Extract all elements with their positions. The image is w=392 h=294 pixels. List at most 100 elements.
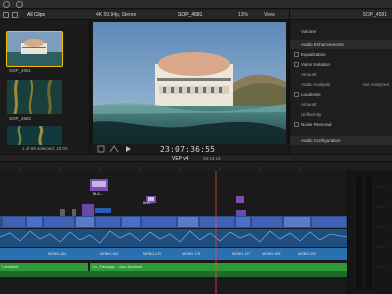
video-clip [284, 217, 310, 227]
audio-analysis-row: Audio Analysis Not Analyzed [290, 80, 392, 89]
keyword-icon[interactable] [16, 1, 23, 8]
clip-thumbnail-3[interactable] [7, 126, 62, 145]
music-tracks[interactable]: t ambient Ch_Passage - Jazz Ambient [0, 263, 347, 277]
browser-header: All Clips [0, 10, 90, 20]
audio-analysis-label: Audio Analysis [301, 82, 331, 87]
browser-panel: All Clips SOP_4581 SOP_4582 1 of 69 sele… [0, 10, 90, 154]
audio-lane [0, 229, 347, 247]
connected-clip-label: BLA... [93, 192, 103, 196]
voice-amount-label: Amount [301, 72, 317, 77]
inspector-clip-name: SOP_4581 [362, 12, 387, 18]
clip-name-1: SOP_4581 [9, 68, 32, 73]
clip-thumbnail-1[interactable] [6, 31, 63, 67]
connected-clip [95, 208, 111, 213]
browser-status: 1 of 69 selected, 10:03 [0, 145, 90, 154]
video-clip [236, 217, 250, 227]
video-clip [3, 217, 25, 227]
video-clip [312, 217, 346, 227]
clip-name-2: SOP_4582 [9, 116, 32, 121]
voice-isolation-checkbox[interactable] [294, 62, 299, 67]
music-track-label: Ch_Passage - Jazz Ambient [92, 264, 143, 269]
equalization-row[interactable]: Equalization [290, 50, 392, 59]
loudness-amount-row[interactable]: Amount [290, 100, 392, 109]
equalization-label: Equalization [301, 52, 326, 57]
noise-removal-row[interactable]: Noise Removal [290, 120, 392, 129]
connected-clip-label: BLA... [143, 201, 153, 205]
timeline-tracks: BLA... BLA... MONO-161 MONO-162 MONO-170… [0, 171, 347, 294]
inspector-header: SOP_4581 [290, 10, 392, 20]
audio-configuration-label: Audio Configuration [301, 138, 341, 143]
voice-isolation-label: Voice Isolation [301, 62, 331, 67]
viewer-header: 4K 59.94p, Stereo SOP_4581 13% View [90, 10, 289, 20]
equalization-checkbox[interactable] [294, 52, 299, 57]
castle-video-frame [93, 22, 286, 148]
connected-clip [60, 209, 65, 217]
audio-meter-bars [356, 177, 386, 289]
video-frame [93, 22, 286, 148]
connected-clip [236, 196, 244, 203]
video-clip [142, 217, 176, 227]
audio-clip-label: MONO-161 [48, 252, 66, 256]
project-duration: 08:16:16 [203, 156, 221, 161]
inspector-panel: SOP_4581 Volume Audio Enhancements Equal… [289, 10, 392, 154]
loudness-row[interactable]: Loudness [290, 90, 392, 99]
zoom-menu[interactable]: 13% [238, 12, 248, 18]
volume-row[interactable]: Volume [290, 27, 392, 36]
video-clip [178, 217, 198, 227]
viewer-timecode: 23:07:36:55 [160, 145, 216, 154]
loudness-label: Loudness [301, 92, 321, 97]
audio-configuration-header[interactable]: Audio Configuration [290, 136, 392, 145]
audio-clip-label: MONO-162 [100, 252, 118, 256]
video-clip [252, 217, 282, 227]
music-track-label: t ambient [2, 264, 19, 269]
audio-enhancements-label: Audio Enhancements [301, 42, 344, 47]
import-icon[interactable] [3, 1, 10, 8]
audio-clip-label: MONO-178 [182, 252, 200, 256]
video-clip [44, 217, 74, 227]
timeline[interactable]: BLA... BLA... MONO-161 MONO-162 MONO-170… [0, 171, 347, 294]
kelp-thumbnail [7, 80, 62, 114]
castle-thumbnail [7, 32, 62, 66]
libraries-icon[interactable] [3, 12, 9, 18]
uniformity-label: Uniformity [301, 112, 322, 117]
loudness-checkbox[interactable] [294, 92, 299, 97]
noise-removal-label: Noise Removal [301, 122, 332, 127]
viewer-panel: 4K 59.94p, Stereo SOP_4581 13% View 23:0… [90, 10, 289, 154]
timeline-header: VEP v4 08:16:16 [0, 154, 392, 162]
audio-clip-label: MONO-201 [298, 252, 316, 256]
voice-amount-row[interactable]: Amount [290, 70, 392, 79]
audio-lanes[interactable]: MONO-161 MONO-162 MONO-170 MONO-178 MONO… [0, 229, 347, 260]
clip-filter-menu[interactable]: All Clips [27, 12, 45, 18]
top-toolbar [0, 0, 392, 9]
photos-icon[interactable] [12, 12, 18, 18]
audio-analysis-value: Not Analyzed [362, 82, 389, 87]
viewer-clip-name: SOP_4581 [178, 12, 203, 18]
audio-clip-label: MONO-170 [143, 252, 161, 256]
connected-clips[interactable]: BLA... BLA... [60, 179, 246, 220]
audio-clip-label: MONO-199 [262, 252, 280, 256]
audio-meters [347, 171, 392, 294]
video-clip [96, 217, 120, 227]
uniformity-row[interactable]: Uniformity [290, 110, 392, 119]
video-clip [76, 217, 94, 227]
clip-thumbnail-2[interactable] [7, 80, 62, 114]
connected-clip [72, 209, 76, 217]
audio-enhancements-header[interactable]: Audio Enhancements [290, 40, 392, 49]
loudness-amount-label: Amount [301, 102, 317, 107]
connected-clip [92, 181, 106, 187]
selection-status: 1 of 69 selected, 10:03 [22, 146, 68, 151]
kelp-thumbnail-2 [7, 126, 62, 145]
video-clip [122, 217, 140, 227]
noise-removal-checkbox[interactable] [294, 122, 299, 127]
voice-isolation-row[interactable]: Voice Isolation [290, 60, 392, 69]
format-label: 4K 59.94p, Stereo [96, 12, 137, 18]
primary-storyline[interactable] [0, 216, 347, 228]
volume-label: Volume [301, 29, 317, 34]
video-clip [200, 217, 234, 227]
music-waveform [0, 271, 347, 277]
timeline-toolbar [0, 162, 392, 171]
audio-clip-label: MONO-197 [232, 252, 250, 256]
view-menu[interactable]: View [264, 12, 275, 18]
timeline-ruler [19, 167, 301, 171]
video-clip [27, 217, 42, 227]
